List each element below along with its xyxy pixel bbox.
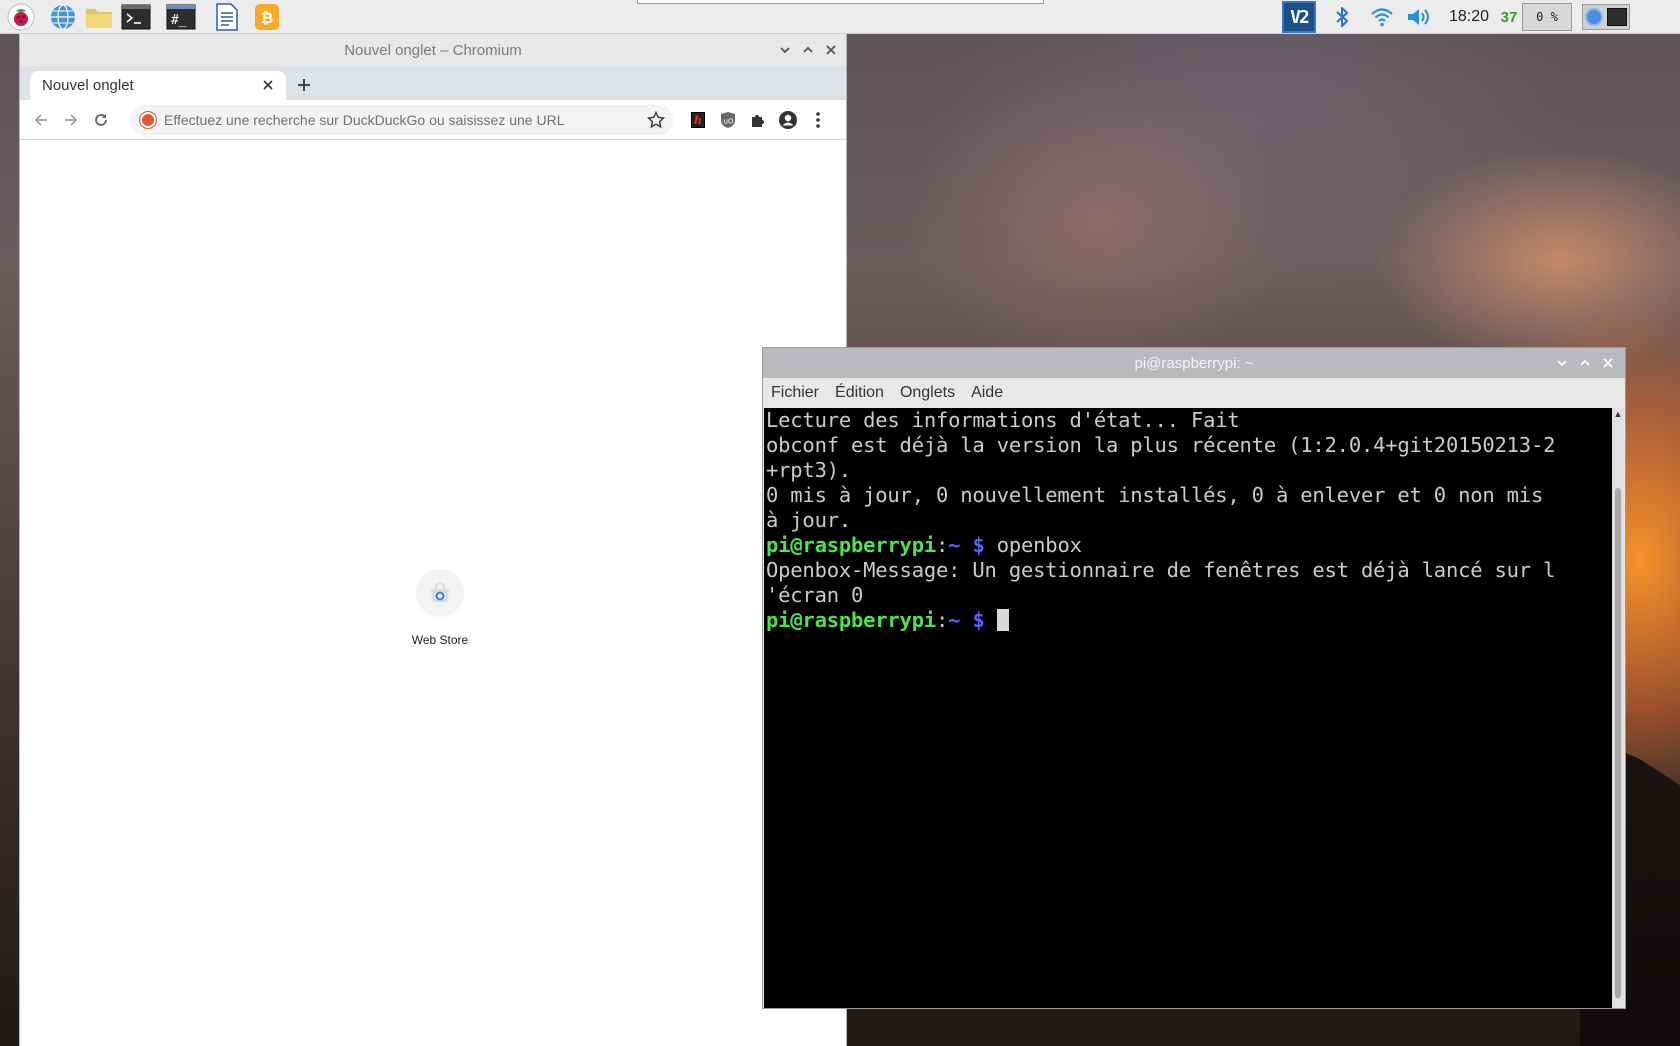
terminal-scrollbar[interactable]: ▲: [1612, 408, 1624, 1008]
terminal-cursor: [996, 609, 1009, 631]
shortcut-web-store[interactable]: Web Store: [400, 569, 480, 647]
file-manager-icon[interactable]: [84, 3, 114, 31]
star-icon: [646, 110, 666, 129]
minimize-button[interactable]: [1551, 348, 1573, 378]
terminal-screen[interactable]: Lecture des informations d'état... Fait o…: [764, 408, 1612, 1008]
text-editor-icon[interactable]: [212, 3, 242, 31]
window-title: Nouvel onglet – Chromium: [344, 41, 522, 59]
new-tab-button[interactable]: [291, 72, 317, 98]
bookmark-star-button[interactable]: [646, 110, 666, 134]
scroll-up-arrow-icon[interactable]: ▲: [1612, 408, 1624, 420]
root-terminal-icon[interactable]: #_: [166, 3, 196, 31]
vnc-icon[interactable]: V2: [1282, 1, 1316, 33]
close-button[interactable]: [1597, 348, 1619, 378]
menu-fichier[interactable]: Fichier: [771, 384, 819, 402]
terminal-line: à jour.: [766, 508, 851, 532]
prompt-path: ~ $: [948, 608, 985, 632]
minimize-button[interactable]: [774, 34, 796, 66]
maximize-button[interactable]: [797, 34, 819, 66]
menu-aide[interactable]: Aide: [971, 384, 1003, 402]
window-list: [1582, 4, 1630, 30]
chromium-window: Nouvel onglet – Chromium Nouvel onglet E…: [19, 34, 847, 1046]
duckduckgo-icon: [140, 112, 156, 128]
tab-close-button[interactable]: [258, 75, 278, 95]
terminal-window: pi@raspberrypi: ~ Fichier Édition Onglet…: [762, 347, 1626, 1009]
terminal-line: 'écran 0: [766, 583, 864, 607]
chromium-titlebar[interactable]: Nouvel onglet – Chromium: [20, 34, 846, 66]
plus-icon: [298, 79, 310, 91]
back-button[interactable]: [27, 106, 55, 134]
shortcut-label: Web Store: [411, 633, 469, 647]
web-browser-icon[interactable]: [48, 3, 78, 31]
prompt-user: pi@raspberrypi: [766, 608, 936, 632]
terminal-line: obconf est déjà la version la plus récen…: [766, 433, 1556, 457]
close-icon: [263, 80, 273, 90]
top-panel: #_ ₿ V2 18:20 37 0 %: [0, 0, 1680, 34]
taskbar-search-field[interactable]: [637, 0, 1044, 4]
terminal-window-button[interactable]: [1607, 8, 1627, 26]
chevron-down-icon: [780, 47, 790, 54]
kebab-menu-icon: [816, 112, 820, 128]
chevron-up-icon: [1580, 359, 1590, 366]
vnc-label: V2: [1290, 6, 1310, 28]
terminal-line: Lecture des informations d'état... Fait: [766, 408, 1240, 432]
terminal-line: 0 mis à jour, 0 nouvellement installés, …: [766, 483, 1544, 507]
extension-h-button[interactable]: h: [684, 106, 712, 134]
prompt-user: pi@raspberrypi: [766, 533, 936, 557]
raspberry-menu-icon[interactable]: [6, 3, 36, 31]
reload-button[interactable]: [87, 106, 115, 134]
terminal-titlebar[interactable]: pi@raspberrypi: ~: [763, 348, 1625, 378]
menu-button[interactable]: [804, 106, 832, 134]
account-icon: [779, 111, 797, 129]
tab-title: Nouvel onglet: [42, 77, 134, 94]
terminal-line: Openbox-Message: Un gestionnaire de fenê…: [766, 558, 1556, 582]
address-bar-placeholder: Effectuez une recherche sur DuckDuckGo o…: [164, 112, 565, 128]
window-title: pi@raspberrypi: ~: [1134, 354, 1254, 372]
close-icon: [826, 45, 836, 55]
arrow-right-icon: [65, 114, 78, 126]
ublock-shield-icon: uO: [721, 112, 735, 128]
reload-icon: [95, 114, 107, 126]
terminal-icon[interactable]: [121, 3, 151, 31]
scrollbar-thumb[interactable]: [1615, 488, 1621, 998]
svg-text:#_: #_: [171, 13, 187, 28]
browser-toolbar: Effectuez une recherche sur DuckDuckGo o…: [20, 100, 846, 140]
web-store-icon: [416, 569, 464, 617]
prompt-separator: :: [936, 533, 949, 557]
close-icon: [1603, 358, 1613, 368]
chevron-up-icon: [803, 46, 813, 53]
clock[interactable]: 18:20: [1444, 0, 1494, 34]
address-bar[interactable]: Effectuez une recherche sur DuckDuckGo o…: [130, 105, 673, 135]
maximize-button[interactable]: [1574, 348, 1596, 378]
menu-onglets[interactable]: Onglets: [900, 384, 955, 402]
menu-edition[interactable]: Édition: [835, 384, 884, 402]
close-button[interactable]: [820, 34, 842, 66]
terminal-prompt-line: pi@raspberrypi:~ $: [766, 608, 1610, 633]
terminal-menubar: Fichier Édition Onglets Aide: [763, 378, 1625, 408]
h-extension-icon: h: [691, 112, 705, 128]
terminal-line: +rpt3).: [766, 458, 851, 482]
chromium-window-button[interactable]: [1585, 8, 1603, 26]
puzzle-icon: [752, 115, 764, 127]
bitcoin-app-icon[interactable]: ₿: [252, 3, 282, 31]
profile-button[interactable]: [774, 106, 802, 134]
terminal-prompt-line: pi@raspberrypi:~ $ openbox: [766, 533, 1610, 558]
arrow-left-icon: [34, 114, 47, 126]
cpu-usage-monitor: 0 %: [1522, 3, 1572, 31]
prompt-command: openbox: [984, 533, 1082, 557]
svg-text:uO: uO: [724, 118, 734, 126]
svg-text:₿: ₿: [261, 9, 273, 27]
forward-button[interactable]: [57, 106, 85, 134]
prompt-path: ~ $: [948, 533, 985, 557]
wifi-icon[interactable]: [1368, 0, 1396, 34]
ublock-button[interactable]: uO: [714, 106, 742, 134]
cpu-temperature: 37: [1500, 8, 1518, 26]
tab-new-tab[interactable]: Nouvel onglet: [30, 71, 286, 100]
new-tab-page: Web Store: [20, 141, 846, 1046]
chevron-down-icon: [1557, 360, 1567, 367]
bluetooth-icon[interactable]: [1330, 0, 1354, 34]
extensions-button[interactable]: [744, 106, 772, 134]
prompt-separator: :: [936, 608, 949, 632]
volume-icon[interactable]: [1404, 0, 1436, 34]
